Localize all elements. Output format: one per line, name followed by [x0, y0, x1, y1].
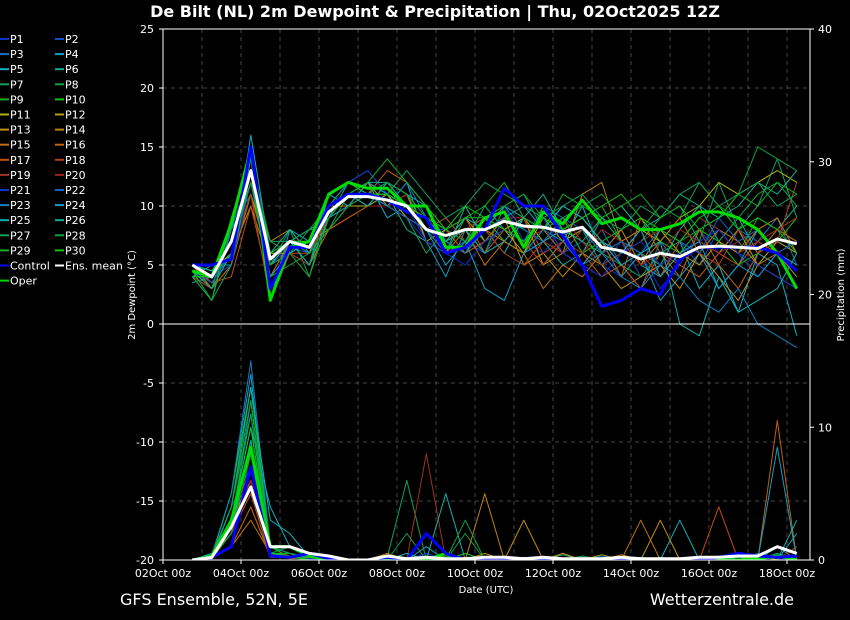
legend-label: P11: [10, 109, 31, 122]
legend-label: P30: [65, 244, 86, 257]
footer-model: GFS Ensemble, 52N, 5E: [120, 590, 308, 609]
y-right-tick-label: 10: [818, 421, 832, 434]
x-tick-label: 02Oct 00z: [135, 567, 192, 580]
legend: P1 P2 P3 P4 P5 P6 P7 P8 P9 P10 P11 P12 P13 P14 P15 P16 P…: [0, 33, 123, 288]
y-right-tick-label: 20: [818, 289, 832, 302]
y-tick-label: 25: [140, 23, 154, 36]
legend-label: P6: [65, 63, 79, 76]
legend-label: P27: [10, 229, 31, 242]
dewpoint-series: [191, 134, 799, 349]
x-tick-label: 04Oct 00z: [213, 567, 270, 580]
legend-label: P28: [65, 229, 86, 242]
legend-label: P13: [10, 124, 31, 137]
legend-label: P5: [10, 63, 24, 76]
legend-label: P8: [65, 78, 79, 91]
precip-line-p19: [192, 453, 797, 560]
x-tick-label: 16Oct 00z: [681, 567, 738, 580]
precip-line-p23: [192, 360, 797, 560]
legend-label: P19: [10, 169, 31, 182]
legend-label: Oper: [10, 275, 37, 288]
x-tick-label: 12Oct 00z: [525, 567, 582, 580]
legend-label: P1: [10, 33, 24, 46]
legend-label: Ens. mean: [65, 260, 123, 273]
precip-line-p22: [192, 400, 797, 560]
dewpoint-precip-chart: De Bilt (NL) 2m Dewpoint & Precipitation…: [0, 2, 847, 609]
legend-label: P21: [10, 184, 31, 197]
x-tick-label: 08Oct 00z: [369, 567, 426, 580]
y-right-tick-label: 0: [818, 554, 825, 567]
precip-line-p7: [192, 413, 797, 560]
precip-line-p10: [192, 386, 797, 560]
legend-label: P22: [65, 184, 86, 197]
legend-label: P23: [10, 199, 31, 212]
x-tick-label: 18Oct 00z: [759, 567, 816, 580]
chart-title: De Bilt (NL) 2m Dewpoint & Precipitation…: [150, 2, 720, 22]
legend-label: P16: [65, 139, 86, 152]
precip-line-p6: [192, 453, 797, 560]
legend-label: P10: [65, 93, 86, 106]
y-tick-label: 0: [147, 318, 154, 331]
y-right-tick-label: 40: [818, 23, 832, 36]
footer-site: Wetterzentrale.de: [650, 590, 794, 609]
x-axis-label: Date (UTC): [459, 585, 514, 596]
legend-label: P12: [65, 109, 86, 122]
y-axis-label: 2m Dewpoint (°C): [127, 250, 138, 340]
legend-label: P2: [65, 33, 79, 46]
precip-line-p27: [192, 413, 797, 560]
legend-label: P4: [65, 48, 79, 61]
precip-line-p25: [192, 386, 798, 560]
legend-label: P18: [65, 154, 86, 167]
legend-label: P26: [65, 214, 86, 227]
legend-label: P17: [10, 154, 31, 167]
y-right-tick-label: 30: [818, 156, 832, 169]
legend-label: P9: [10, 93, 24, 106]
legend-label: P24: [65, 199, 86, 212]
y-tick-label: -10: [136, 436, 154, 449]
legend-label: P20: [65, 169, 86, 182]
precipitation-series: [191, 360, 798, 560]
legend-label: P29: [10, 244, 31, 257]
precip-line-p28: [192, 453, 797, 560]
y-tick-label: 5: [147, 259, 154, 272]
x-tick-label: 10Oct 00z: [447, 567, 504, 580]
legend-label: P3: [10, 48, 24, 61]
y-tick-label: 15: [140, 141, 154, 154]
y-tick-label: 10: [140, 200, 154, 213]
x-tick-label: 14Oct 00z: [603, 567, 660, 580]
legend-label: P7: [10, 78, 24, 91]
precip-line-p29: [192, 400, 797, 560]
legend-label: P15: [10, 139, 31, 152]
x-tick-label: 06Oct 00z: [291, 567, 348, 580]
precip-line-p3: [192, 400, 797, 560]
y-axis-right-label: Precipitation (mm): [836, 248, 847, 341]
legend-label: P14: [65, 124, 86, 137]
legend-label: Control: [10, 260, 50, 273]
y-tick-label: -5: [143, 377, 154, 390]
y-tick-label: -15: [136, 495, 154, 508]
precip-line-oper: [191, 445, 798, 560]
y-tick-label: -20: [136, 554, 154, 567]
legend-label: P25: [10, 214, 31, 227]
y-tick-label: 20: [140, 82, 154, 95]
